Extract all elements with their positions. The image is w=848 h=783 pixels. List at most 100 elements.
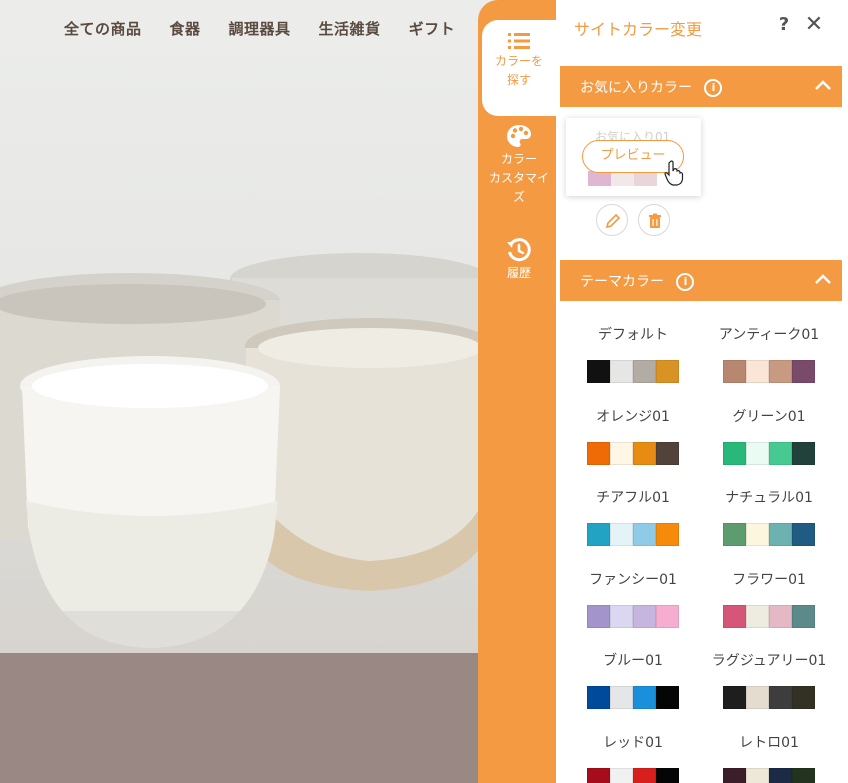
swatch — [792, 360, 815, 383]
tab-customize-label-3: ズ — [512, 190, 525, 204]
theme-swatches — [568, 523, 698, 546]
swatch — [610, 604, 633, 628]
site-color-panel: サイトカラー変更 ? ✕ お気に入りカラー i お気に入り01 プレビュー テー… — [556, 0, 848, 783]
swatch — [656, 360, 679, 383]
swatch — [723, 604, 746, 628]
theme-option[interactable]: ブルー01 — [568, 650, 698, 709]
chevron-up-icon[interactable] — [814, 79, 832, 91]
tab-customize-label-2: カスタマイ — [488, 171, 549, 185]
swatch — [769, 441, 792, 465]
info-icon[interactable]: i — [704, 79, 723, 97]
theme-option[interactable]: デフォルト — [568, 324, 698, 383]
swatch — [587, 686, 610, 709]
swatch — [746, 604, 769, 628]
theme-option[interactable]: チアフル01 — [568, 487, 698, 546]
theme-option[interactable]: ナチュラル01 — [704, 487, 834, 546]
nav-gift[interactable]: ギフト — [409, 18, 456, 56]
swatch — [611, 171, 634, 186]
info-icon[interactable]: i — [676, 273, 695, 291]
theme-option[interactable]: ファンシー01 — [568, 569, 698, 628]
pencil-icon — [605, 213, 621, 229]
theme-name: オレンジ01 — [596, 408, 670, 425]
swatch — [769, 523, 792, 546]
edit-favorite-button[interactable] — [596, 204, 628, 236]
theme-section-header[interactable]: テーマカラー i — [560, 260, 842, 301]
theme-swatches — [704, 604, 834, 628]
tab-history[interactable]: 履歴 — [482, 238, 556, 288]
swatch — [792, 604, 815, 628]
swatch — [656, 523, 679, 546]
swatch — [769, 360, 792, 383]
swatch — [610, 441, 633, 465]
tab-find-colors-label-2: 探す — [506, 73, 531, 87]
theme-option[interactable]: グリーン01 — [704, 406, 834, 465]
swatch — [633, 604, 656, 628]
theme-swatches — [704, 523, 834, 546]
theme-swatches — [704, 360, 834, 383]
theme-option[interactable]: フラワー01 — [704, 569, 834, 628]
swatch — [792, 523, 815, 546]
theme-option[interactable]: オレンジ01 — [568, 406, 698, 465]
theme-section-title: テーマカラー — [580, 274, 664, 290]
theme-name: レッド01 — [603, 734, 663, 751]
theme-option[interactable]: レッド01 — [568, 732, 698, 783]
swatch — [633, 360, 656, 383]
history-icon — [507, 238, 531, 262]
swatch — [633, 523, 656, 546]
theme-name: デフォルト — [598, 327, 668, 343]
theme-swatches — [704, 686, 834, 709]
swatch — [723, 441, 746, 465]
delete-favorite-button[interactable] — [638, 204, 670, 236]
close-button[interactable]: ✕ — [804, 12, 824, 37]
nav-cookware[interactable]: 調理器具 — [229, 18, 291, 56]
swatch — [656, 604, 679, 628]
swatch — [723, 686, 746, 709]
favorites-section-header[interactable]: お気に入りカラー i — [560, 66, 842, 107]
swatch — [587, 604, 610, 628]
theme-option[interactable]: アンティーク01 — [704, 324, 834, 383]
theme-option[interactable]: ラグジュアリー01 — [704, 650, 834, 709]
swatch — [587, 441, 610, 465]
theme-swatches — [568, 686, 698, 709]
color-panel-tabs: カラーを 探す カラー カスタマイ ズ 履歴 — [478, 0, 556, 783]
swatch — [792, 686, 815, 709]
theme-swatches — [568, 767, 698, 783]
tab-history-label: 履歴 — [506, 266, 531, 280]
theme-name: チアフル01 — [596, 490, 670, 506]
theme-swatches — [568, 441, 698, 465]
swatch — [610, 360, 633, 383]
nav-household[interactable]: 生活雑貨 — [319, 18, 381, 56]
theme-option[interactable]: レトロ01 — [704, 732, 834, 783]
trash-icon — [649, 213, 661, 228]
chevron-up-icon[interactable] — [814, 273, 832, 285]
swatch — [746, 686, 769, 709]
swatch — [656, 767, 679, 783]
palette-icon — [507, 125, 531, 147]
swatch — [746, 523, 769, 546]
theme-name: ナチュラル01 — [725, 490, 813, 506]
theme-name: フラワー01 — [732, 571, 806, 588]
swatch — [746, 441, 769, 465]
tab-find-colors[interactable]: カラーを 探す — [482, 20, 556, 116]
swatch — [633, 767, 656, 783]
swatch — [610, 767, 633, 783]
swatch — [792, 767, 815, 783]
swatch — [656, 686, 679, 709]
nav-all-products[interactable]: 全ての商品 — [64, 18, 142, 56]
tab-customize-colors[interactable]: カラー カスタマイ ズ — [482, 124, 556, 216]
swatch — [587, 767, 610, 783]
swatch — [769, 686, 792, 709]
theme-swatches — [568, 604, 698, 628]
swatch — [610, 523, 633, 546]
swatch — [587, 360, 610, 383]
theme-name: ブルー01 — [603, 653, 663, 669]
help-button[interactable]: ? — [774, 14, 794, 35]
theme-name: レトロ01 — [739, 734, 799, 751]
swatch — [792, 441, 815, 465]
theme-name: アンティーク01 — [718, 327, 820, 343]
hand-cursor-icon — [664, 160, 684, 186]
swatch — [634, 171, 657, 186]
favorite-color-card[interactable]: お気に入り01 プレビュー — [566, 118, 701, 196]
swatch — [769, 767, 792, 783]
nav-tableware[interactable]: 食器 — [170, 18, 201, 56]
